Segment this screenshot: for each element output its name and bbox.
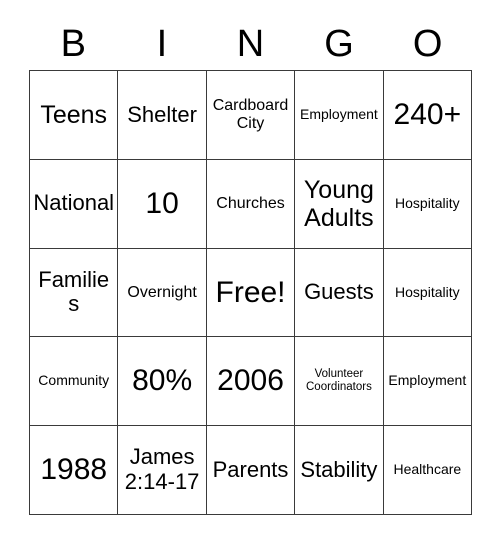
bingo-header-letter-g: G (324, 23, 354, 65)
bingo-cell-b4[interactable]: Community (30, 337, 119, 427)
bingo-cell-label: 2006 (217, 364, 284, 398)
bingo-cell-label: Guests (304, 279, 374, 305)
bingo-cell-label: Young Adults (303, 175, 374, 232)
bingo-row: Families Overnight Free! Guests Hospital… (30, 248, 473, 338)
bingo-cell-label: 10 (145, 186, 179, 220)
bingo-cell-i3[interactable]: Overnight (118, 248, 207, 338)
bingo-cell-label: Hospitality (395, 283, 460, 300)
bingo-cell-b3[interactable]: Families (30, 248, 119, 338)
bingo-cell-label: Teens (40, 100, 108, 129)
bingo-header-letter-b: B (60, 23, 86, 65)
bingo-cell-label: Cardboard City (212, 96, 289, 132)
bingo-cell-n4[interactable]: 2006 (206, 337, 296, 427)
bingo-cell-label: Parents (212, 456, 289, 482)
bingo-cell-label: Churches (216, 194, 285, 212)
bingo-row: 1988 James 2:14-17 Parents Stability Hea… (30, 426, 473, 515)
bingo-cell-label: Free! (215, 275, 286, 309)
bingo-cell-g1[interactable]: Employment (295, 71, 384, 160)
bingo-cell-label: Hospitality (395, 194, 460, 211)
bingo-grid: Teens Shelter Cardboard City Employment … (29, 70, 473, 515)
bingo-cell-label: Employment (388, 372, 467, 389)
bingo-cell-i1[interactable]: Shelter (118, 71, 207, 160)
bingo-cell-n2[interactable]: Churches (206, 159, 296, 249)
bingo-cell-free-space[interactable]: Free! (206, 248, 296, 338)
bingo-card: B I N G O Teens Shelter Cardboard City E… (0, 0, 500, 544)
bingo-cell-b1[interactable]: Teens (30, 71, 119, 160)
bingo-cell-o2[interactable]: Hospitality (383, 159, 473, 249)
bingo-cell-label: 240+ (393, 98, 462, 132)
bingo-row: Community 80% 2006 Volunteer Coordinator… (30, 337, 473, 427)
bingo-cell-label: Families (38, 266, 110, 317)
bingo-cell-i5[interactable]: James 2:14-17 (118, 426, 207, 515)
bingo-row: Teens Shelter Cardboard City Employment … (30, 71, 473, 160)
bingo-cell-i2[interactable]: 10 (118, 159, 207, 249)
bingo-cell-b2[interactable]: National (30, 159, 119, 249)
bingo-header-letter-n: N (236, 23, 265, 65)
bingo-cell-label: Stability (300, 456, 378, 482)
bingo-cell-b5[interactable]: 1988 (30, 426, 119, 515)
bingo-cell-n1[interactable]: Cardboard City (206, 71, 296, 160)
bingo-cell-o4[interactable]: Employment (383, 337, 473, 427)
bingo-cell-label: Overnight (127, 283, 197, 301)
bingo-cell-o3[interactable]: Hospitality (383, 248, 473, 338)
bingo-cell-label: Volunteer Coordinators (306, 368, 372, 394)
bingo-cell-o5[interactable]: Healthcare (383, 426, 473, 515)
bingo-cell-g5[interactable]: Stability (295, 426, 384, 515)
bingo-cell-g2[interactable]: Young Adults (295, 159, 384, 249)
bingo-header-letter-i: I (156, 23, 168, 65)
bingo-cell-label: Healthcare (393, 461, 462, 478)
bingo-cell-i4[interactable]: 80% (118, 337, 207, 427)
bingo-header-letter-o: O (412, 23, 443, 65)
bingo-cell-label: 1988 (40, 453, 108, 487)
bingo-cell-g4[interactable]: Volunteer Coordinators (295, 337, 384, 427)
bingo-header-row: B I N G O (29, 18, 472, 70)
bingo-cell-label: James 2:14-17 (124, 444, 200, 495)
bingo-cell-n5[interactable]: Parents (206, 426, 296, 515)
bingo-cell-label: Community (38, 372, 110, 389)
bingo-cell-label: Employment (300, 106, 378, 123)
bingo-row: National 10 Churches Young Adults Hospit… (30, 159, 473, 249)
bingo-cell-label: National (33, 190, 115, 216)
bingo-cell-label: 80% (132, 364, 193, 398)
bingo-cell-o1[interactable]: 240+ (383, 71, 473, 160)
bingo-cell-label: Shelter (127, 101, 197, 127)
bingo-cell-g3[interactable]: Guests (295, 248, 384, 338)
